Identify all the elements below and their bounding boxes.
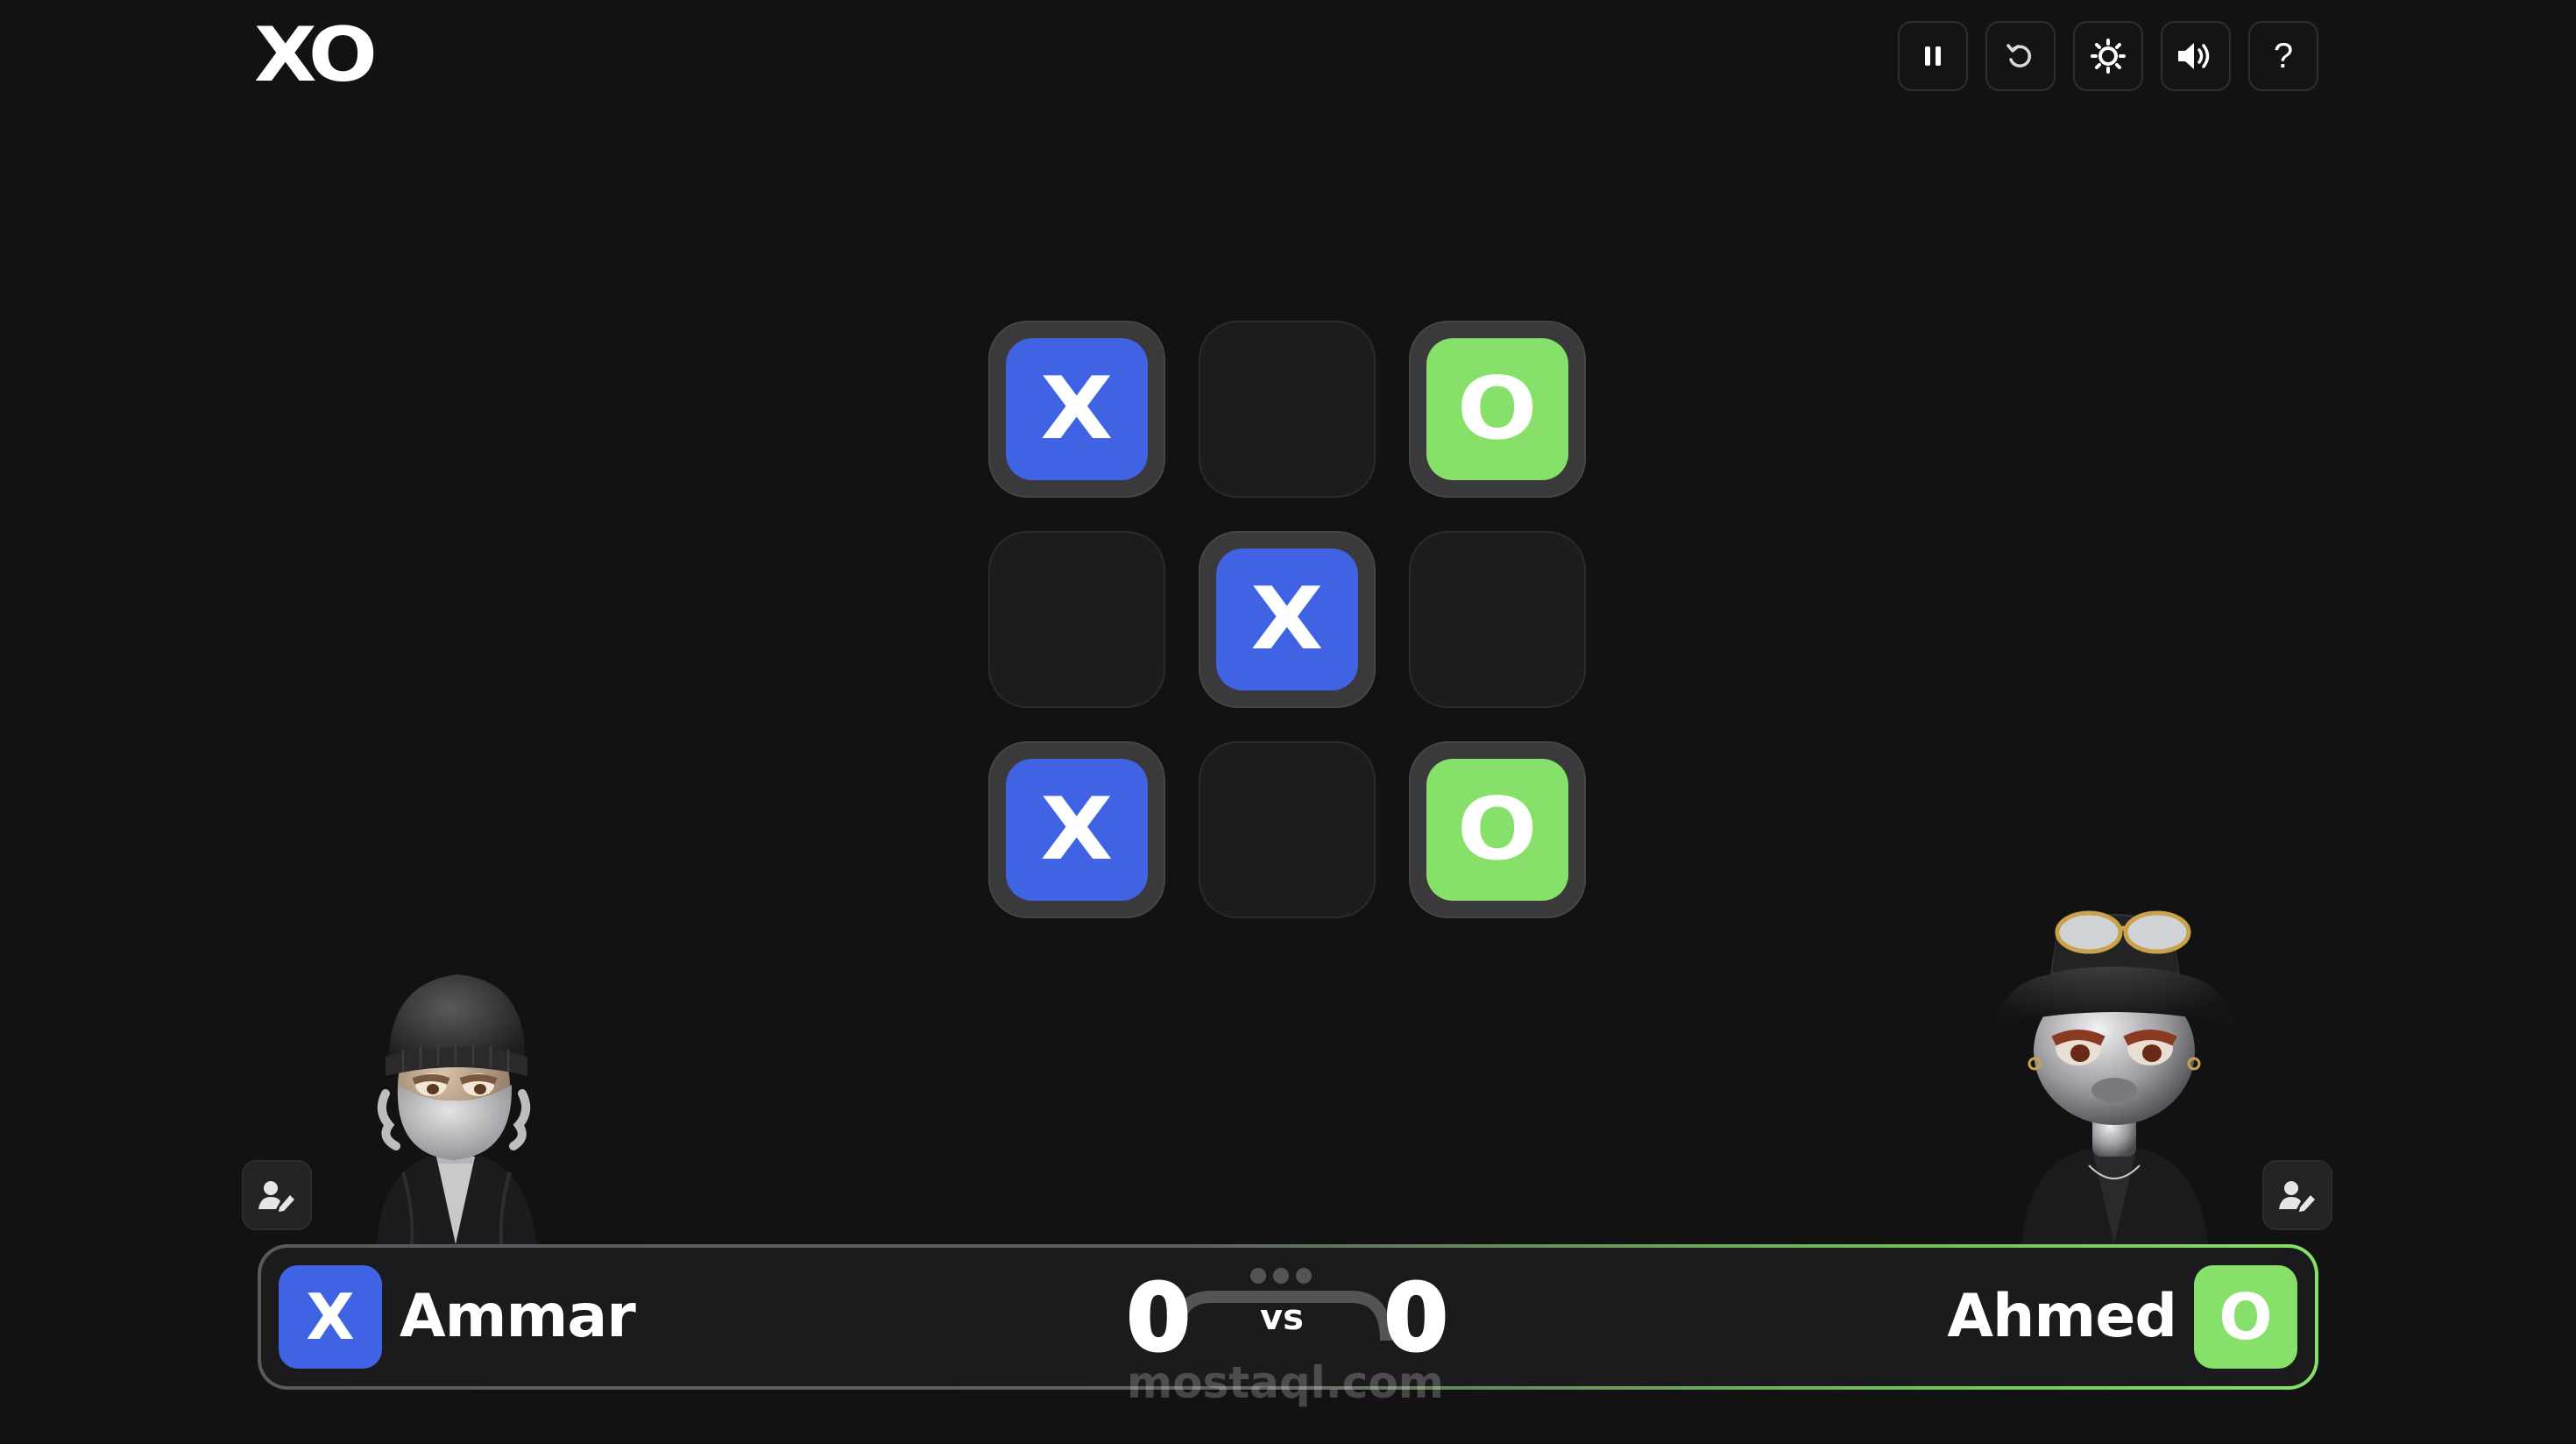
restart-button[interactable] (1985, 21, 2056, 91)
edit-player-o-button[interactable] (2262, 1160, 2332, 1230)
o-mark: O (1457, 780, 1538, 880)
app-logo: XO (254, 11, 378, 99)
board-cell-1[interactable]: X (988, 321, 1165, 498)
watermark-text: mostaql.com (1127, 1357, 1444, 1408)
game-board: X O X X O (988, 321, 1586, 918)
user-edit-icon (258, 1181, 294, 1212)
x-mark: X (1040, 780, 1114, 880)
question-icon: ? (2273, 36, 2294, 75)
x-mark: X (1250, 570, 1324, 669)
board-cell-7[interactable]: X (988, 741, 1165, 918)
theme-button[interactable] (2073, 21, 2143, 91)
pause-icon (1925, 46, 1941, 66)
game-screen: XO ? X O X X O X Ammar 0 vs 0 Ahmed O mo… (0, 0, 2576, 1444)
x-mark-tile: X (1216, 549, 1358, 690)
board-cell-6[interactable] (1409, 531, 1586, 708)
board-cell-2[interactable] (1199, 321, 1376, 498)
board-cell-3[interactable]: O (1409, 321, 1586, 498)
o-mark: O (1457, 359, 1538, 459)
watermark-logo-icon (1170, 1268, 1392, 1341)
player-x-badge: X (279, 1265, 382, 1369)
x-mark-tile: X (1006, 338, 1148, 480)
board-cell-9[interactable]: O (1409, 741, 1586, 918)
edit-player-x-button[interactable] (242, 1160, 312, 1230)
board-cell-4[interactable] (988, 531, 1165, 708)
player-x-name: Ammar (400, 1282, 636, 1351)
player-o-avatar (1996, 910, 2234, 1244)
x-mark-tile: X (1006, 759, 1148, 901)
board-cell-5[interactable]: X (1199, 531, 1376, 708)
o-mark-tile: O (1426, 759, 1568, 901)
player-o-name: Ahmed (1947, 1282, 2177, 1351)
speaker-icon (2178, 43, 2210, 69)
sun-icon (2091, 39, 2126, 74)
player-o-badge: O (2194, 1265, 2297, 1369)
sound-button[interactable] (2161, 21, 2231, 91)
o-mark-tile: O (1426, 338, 1568, 480)
user-edit-icon (2279, 1181, 2315, 1212)
player-x-avatar (377, 974, 536, 1244)
toolbar: ? (1898, 21, 2318, 91)
pause-button[interactable] (1898, 21, 1968, 91)
board-cell-8[interactable] (1199, 741, 1376, 918)
x-mark: X (1040, 359, 1114, 459)
undo-icon (2006, 44, 2032, 67)
help-button[interactable]: ? (2248, 21, 2318, 91)
